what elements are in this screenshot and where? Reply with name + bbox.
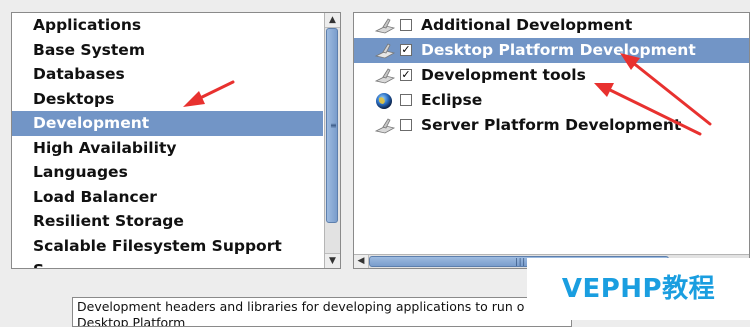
category-item-databases[interactable]: Databases [12,62,323,87]
category-list-panel: Applications Base System Databases Deskt… [11,12,341,269]
watermark-logo: VEPHP教程 [527,258,750,320]
group-item-additional-development[interactable]: Additional Development [354,13,749,38]
group-label: Eclipse [421,91,483,109]
group-checkbox[interactable] [400,94,412,106]
group-description: Development headers and libraries for de… [72,297,572,327]
group-checkbox[interactable] [400,19,412,31]
package-icon [374,118,396,134]
scrollbar-thumb[interactable]: ≡ [326,28,338,223]
description-text-line2: Desktop Platform [77,315,186,327]
category-item-applications[interactable]: Applications [12,13,323,38]
group-label: Server Platform Development [421,116,682,134]
group-checkbox[interactable]: ✓ [400,44,412,56]
group-item-server-platform-development[interactable]: Server Platform Development [354,113,749,138]
package-icon [374,18,396,34]
category-item-desktops[interactable]: Desktops [12,87,323,112]
category-list: Applications Base System Databases Deskt… [12,13,323,268]
group-list-panel: Additional Development ✓ Desktop Platfor… [353,12,750,269]
scroll-left-button[interactable]: ◀ [354,255,369,268]
group-item-desktop-platform-development[interactable]: ✓ Desktop Platform Development [354,38,749,63]
category-item-languages[interactable]: Languages [12,160,323,185]
grip-icon: ≡ [330,121,337,130]
group-item-development-tools[interactable]: ✓ Development tools [354,63,749,88]
category-item-scalable-filesystem-support[interactable]: Scalable Filesystem Support [12,234,323,259]
group-checkbox[interactable] [400,119,412,131]
category-item-base-system[interactable]: Base System [12,38,323,63]
eclipse-globe-icon [376,93,392,109]
category-item-development[interactable]: Development [12,111,323,136]
package-icon [374,68,396,84]
group-label: Additional Development [421,16,633,34]
group-list: Additional Development ✓ Desktop Platfor… [354,13,749,138]
category-item-load-balancer[interactable]: Load Balancer [12,185,323,210]
scroll-down-button[interactable]: ▼ [325,253,340,268]
scroll-up-button[interactable]: ▲ [325,13,340,28]
category-vertical-scrollbar[interactable]: ▲ ≡ ▼ [324,13,340,268]
category-item-partial[interactable]: S... [12,258,323,268]
category-item-high-availability[interactable]: High Availability [12,136,323,161]
group-item-eclipse[interactable]: Eclipse [354,88,749,113]
group-checkbox[interactable]: ✓ [400,69,412,81]
grip-icon: ||| [515,257,527,266]
package-icon [374,43,396,59]
category-item-resilient-storage[interactable]: Resilient Storage [12,209,323,234]
group-label: Desktop Platform Development [421,41,696,59]
group-label: Development tools [421,66,586,84]
description-text: Development headers and libraries for de… [77,299,525,314]
